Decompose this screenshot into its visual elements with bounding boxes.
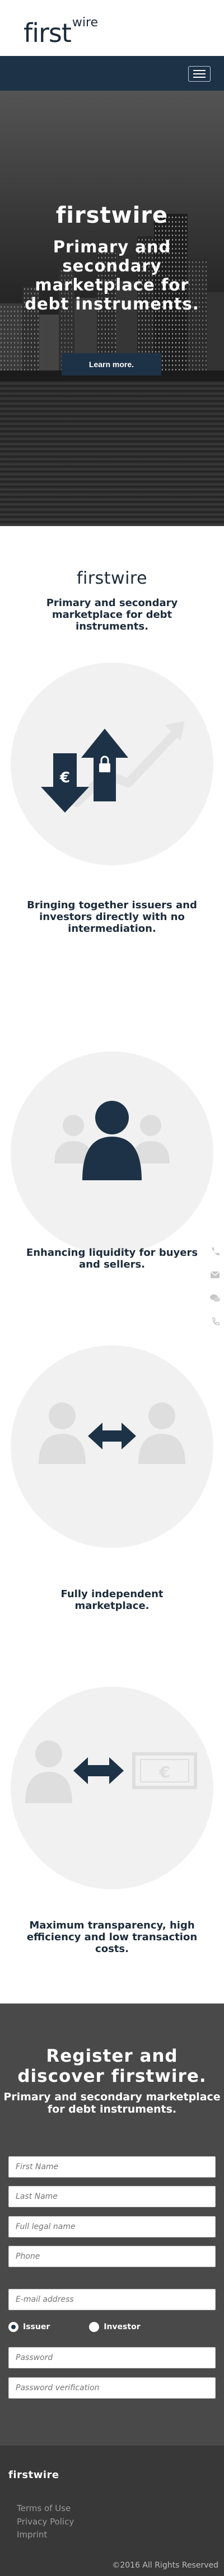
euro-lock-arrows-icon: € (41, 721, 185, 813)
phone-alt-icon[interactable] (209, 1316, 221, 1327)
role-radio-group: Issuer Investor (8, 2320, 216, 2334)
password-verification-field[interactable] (8, 2377, 216, 2399)
feature-text-1: Bringing together issuers and investors … (27, 899, 197, 935)
menu-icon-bar (193, 77, 206, 78)
menu-icon-bar (193, 73, 206, 74)
register-subtitle: Primary and secondary marketplace for de… (3, 2091, 221, 2115)
feature-text-2: Enhancing liquidity for buyers and selle… (26, 1247, 198, 1270)
footer-logo: firstwire (8, 2469, 59, 2481)
password-field[interactable] (8, 2347, 216, 2368)
page: first wire firstwire Primary and seconda… (0, 0, 224, 2576)
email-field[interactable] (8, 2289, 216, 2310)
user-money-exchange-icon: € (25, 1740, 197, 1803)
learn-more-button[interactable]: Learn more. (62, 353, 161, 376)
feature-image-2 (11, 1052, 213, 1254)
feature-image-1: € (11, 663, 213, 865)
side-contact-icons (209, 1246, 221, 1340)
radio-investor[interactable] (89, 2322, 100, 2332)
chat-icon[interactable] (209, 1293, 221, 1304)
intro-subtitle: Primary and secondary marketplace for de… (46, 597, 178, 632)
first-name-field[interactable] (8, 2156, 216, 2178)
feature-image-4: € (11, 1687, 213, 1889)
full-legal-name-field[interactable] (8, 2216, 216, 2237)
phone-field[interactable] (8, 2246, 216, 2267)
hero-section: firstwire Primary and secondary marketpl… (0, 91, 224, 526)
navbar (0, 56, 224, 91)
users-group-icon (54, 1101, 170, 1180)
water-reflection (0, 381, 224, 526)
radio-investor-label: Investor (104, 2322, 141, 2331)
mail-icon[interactable] (209, 1269, 221, 1280)
copyright: ©2016 All Rights Reserved (112, 2561, 218, 2570)
feature-text-4: Maximum transparency, high efficiency an… (26, 1920, 198, 1955)
logo-main: first (24, 18, 72, 48)
footer-link-terms[interactable]: Terms of Use (17, 2503, 71, 2513)
last-name-field[interactable] (8, 2186, 216, 2207)
phone-icon[interactable] (209, 1246, 221, 1257)
menu-icon-bar (193, 70, 206, 71)
footer-link-imprint[interactable]: Imprint (17, 2530, 47, 2540)
radio-issuer-label: Issuer (23, 2322, 50, 2331)
svg-text:€: € (158, 1763, 170, 1781)
register-section: Register and discover firstwire. Primary… (0, 2003, 224, 2446)
svg-text:€: € (59, 769, 70, 786)
hero-subtitle: Primary and secondary marketplace for de… (25, 237, 199, 313)
header: first wire (0, 0, 224, 56)
register-title: Register and discover firstwire. (17, 2046, 207, 2086)
logo[interactable]: first wire (24, 16, 99, 48)
footer-link-privacy[interactable]: Privacy Policy (17, 2517, 74, 2527)
hero-title: firstwire (55, 203, 169, 228)
footer: firstwire Terms of Use Privacy Policy Im… (0, 2446, 224, 2576)
intro-logo: firstwire (76, 569, 148, 588)
feature-image-3 (11, 1345, 213, 1548)
menu-toggle-button[interactable] (188, 66, 211, 82)
logo-super: wire (72, 16, 99, 30)
feature-text-3: Fully independent marketplace. (60, 1588, 164, 1612)
users-exchange-icon (39, 1402, 185, 1464)
radio-issuer[interactable] (8, 2322, 18, 2332)
